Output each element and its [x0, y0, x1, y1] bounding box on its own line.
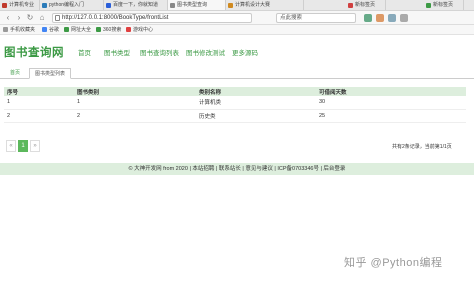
browser-tab-strip: 计算机专业 python编程入门 百度一下，你就知道 图书类型查询 计算机设计大… [0, 0, 474, 11]
tab-favicon-icon [228, 3, 233, 8]
browser-tab[interactable]: 计算机设计大赛 [226, 0, 304, 10]
bookmark-item[interactable]: 360搜索 [96, 25, 121, 35]
column-header: 序号 [4, 87, 74, 96]
url-input[interactable]: http://127.0.0.1:8000/BookType/frontList [52, 13, 252, 23]
tab-book-type-list[interactable]: 图书类型列表 [29, 68, 72, 79]
nav-home[interactable]: 首页 [78, 47, 91, 57]
home-icon[interactable]: ⌂ [37, 13, 47, 23]
table-cell: 历史类 [196, 109, 316, 123]
extension-icon[interactable] [364, 14, 372, 22]
column-header: 图书类别 [74, 87, 196, 96]
browser-tab[interactable]: 计算机专业 [0, 0, 40, 10]
page-tabs: 首页 图书类型列表 [0, 68, 474, 79]
site-header: 图书查询网 首页 图书类型 图书查询列表 图书修改测试 更多源码 [0, 38, 474, 64]
bookmark-icon [126, 27, 131, 32]
bookmark-item[interactable]: 游戏中心 [126, 25, 153, 35]
bookmark-icon [96, 27, 101, 32]
address-bar-row: ‹ › ↻ ⌂ http://127.0.0.1:8000/BookType/f… [0, 11, 474, 25]
book-type-table: 序号 图书类别 类别名称 可借阅天数 1 1 计算机类 30 2 2 历史类 2… [4, 87, 466, 123]
bookmark-icon [42, 27, 47, 32]
tab-favicon-icon [106, 3, 111, 8]
table-row[interactable]: 2 2 历史类 25 [4, 109, 466, 123]
browser-tab[interactable]: 新标签页 [424, 0, 464, 10]
tab-favicon-icon [170, 3, 175, 8]
column-header: 类别名称 [196, 87, 316, 96]
table-row[interactable]: 1 1 计算机类 30 [4, 96, 466, 110]
back-icon[interactable]: ‹ [3, 13, 13, 23]
prev-page-button[interactable]: « [6, 140, 16, 152]
tab-favicon-icon [348, 3, 353, 8]
table-cell: 2 [74, 109, 196, 123]
forward-icon[interactable]: › [14, 13, 24, 23]
bookmark-icon [64, 27, 69, 32]
watermark-text: 知乎 @Python编程 [344, 257, 443, 269]
lock-icon [55, 15, 60, 21]
browser-tab[interactable]: 百度一下，你就知道 [104, 0, 168, 10]
extension-icon[interactable] [388, 14, 396, 22]
table-cell: 2 [4, 109, 74, 123]
menu-icon[interactable] [400, 14, 408, 22]
table-cell: 1 [4, 96, 74, 110]
table-cell: 1 [74, 96, 196, 110]
pagination-info: 共有2条记录，当前第1/1页 [392, 144, 452, 150]
extension-icon[interactable] [376, 14, 384, 22]
table-cell: 计算机类 [196, 96, 316, 110]
bookmark-item[interactable]: 手机收藏夹 [3, 25, 35, 35]
table-header-row: 序号 图书类别 类别名称 可借阅天数 [4, 87, 466, 96]
reload-icon[interactable]: ↻ [25, 13, 35, 23]
table-cell: 30 [316, 96, 466, 110]
table-cell: 25 [316, 109, 466, 123]
browser-tab[interactable]: 新标签页 [346, 0, 386, 10]
browser-tab-active[interactable]: 图书类型查询 [168, 0, 226, 10]
page-button-current[interactable]: 1 [18, 140, 28, 152]
tab-home[interactable]: 首页 [5, 68, 25, 79]
column-header: 可借阅天数 [316, 87, 466, 96]
nav-book-type[interactable]: 图书类型 [104, 47, 130, 57]
nav-book-list[interactable]: 图书查询列表 [140, 47, 179, 57]
bookmark-icon [3, 27, 8, 32]
bookmark-item[interactable]: 谷歌 [42, 25, 59, 35]
browser-tab[interactable]: python编程入门 [40, 0, 104, 10]
tab-favicon-icon [42, 3, 47, 8]
bookmark-item[interactable]: 网址大全 [64, 25, 91, 35]
bookmarks-bar: 手机收藏夹 谷歌 网址大全 360搜索 游戏中心 [0, 25, 474, 35]
nav-book-edit-test[interactable]: 图书修改测试 [186, 47, 225, 57]
site-footer: © 大神开发网 from 2020 | 本站招聘 | 联系站长 | 意见与建议 … [0, 163, 474, 175]
nav-more-source[interactable]: 更多源码 [232, 47, 258, 57]
browser-search-input[interactable]: 点此搜索 [276, 13, 356, 23]
tab-favicon-icon [2, 3, 7, 8]
next-page-button[interactable]: » [30, 140, 40, 152]
site-logo[interactable]: 图书查询网 [4, 44, 64, 60]
tab-favicon-icon [426, 3, 431, 8]
